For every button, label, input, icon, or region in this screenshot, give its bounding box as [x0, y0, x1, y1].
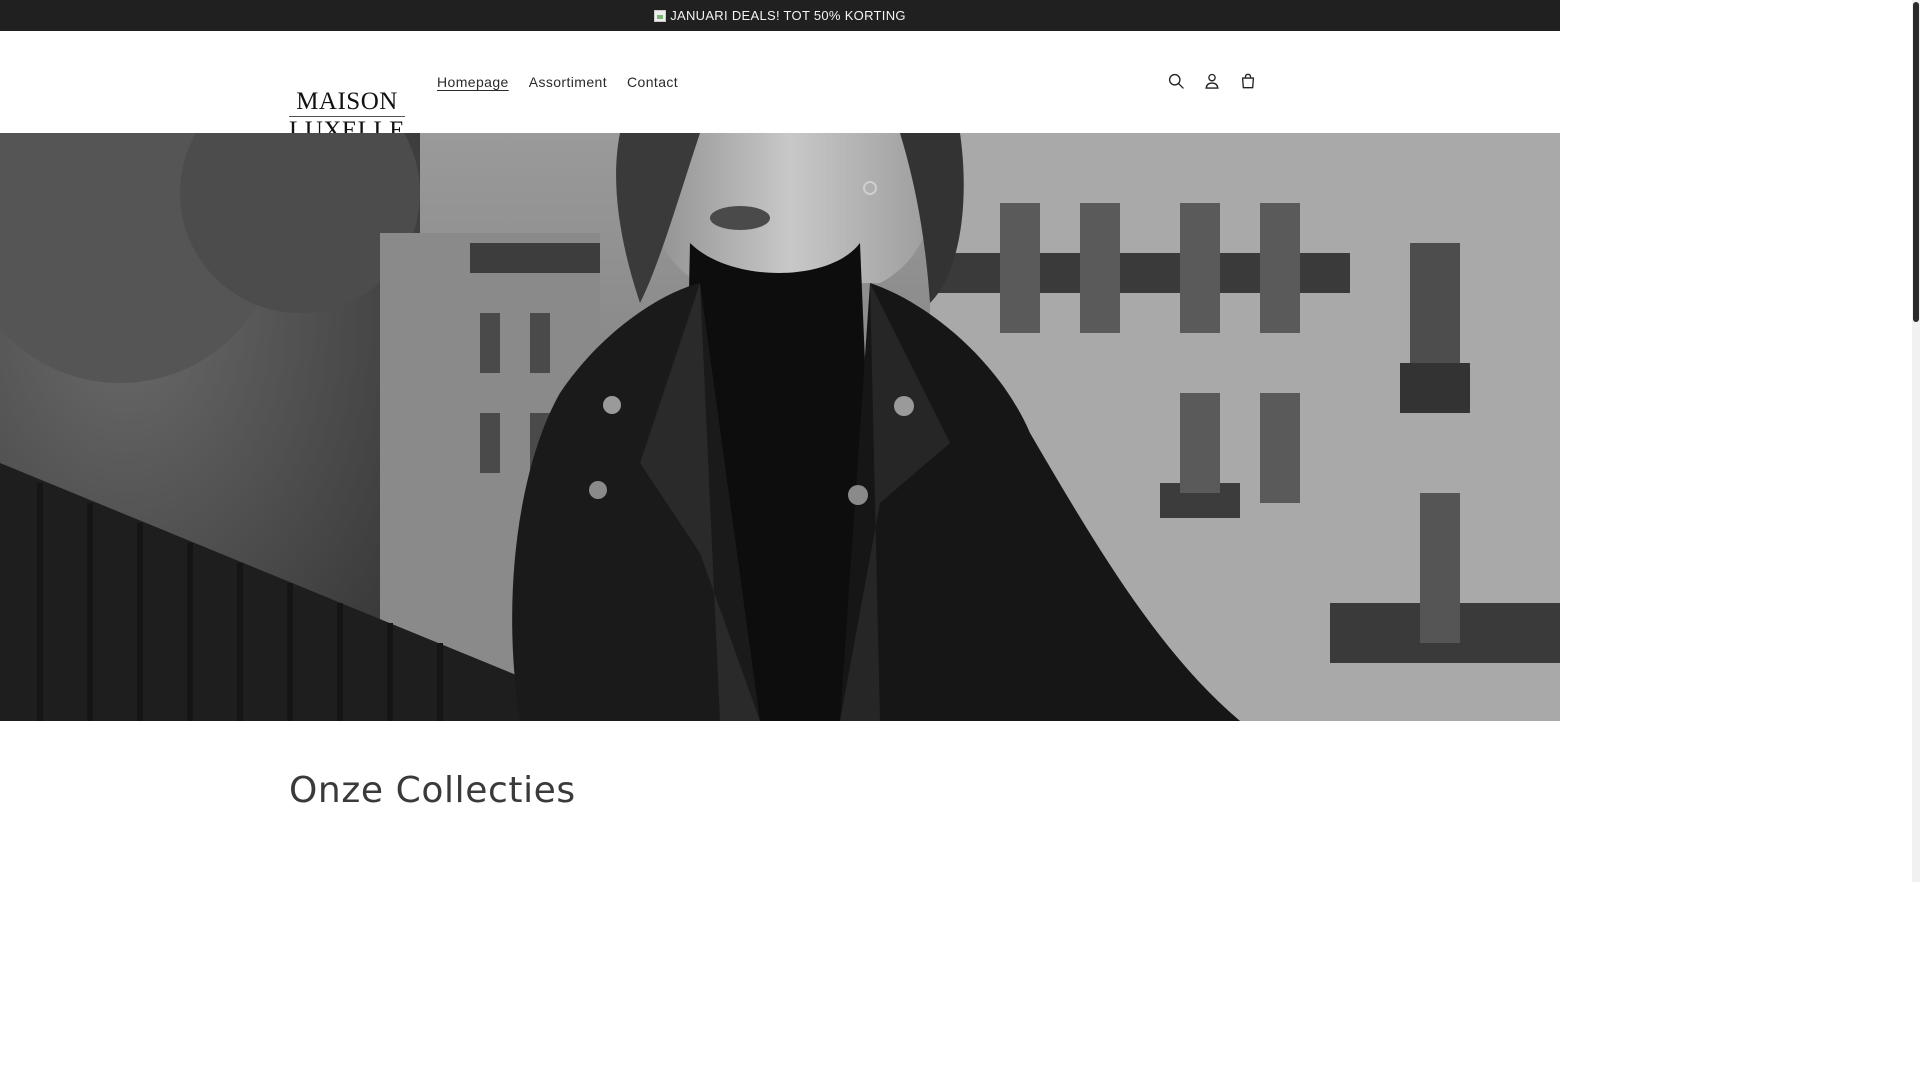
section-title-collections: Onze Collecties [289, 770, 576, 811]
hero-image [0, 133, 1560, 721]
cart-icon [1241, 73, 1255, 89]
nav-item-assortiment[interactable]: Assortiment [519, 74, 617, 90]
account-icon [1205, 73, 1219, 89]
header-icons [1165, 63, 1259, 99]
search-icon [1168, 73, 1184, 89]
hero-illustration [0, 133, 1560, 721]
nav-item-homepage[interactable]: Homepage [427, 74, 519, 90]
site-header: MAISON LUXELLE [0, 31, 1560, 144]
page: JANUARI DEALS! TOT 50% KORTING MAISON LU… [0, 0, 1560, 882]
cart-button[interactable] [1237, 63, 1259, 99]
announcement-bar: JANUARI DEALS! TOT 50% KORTING [0, 0, 1560, 31]
page-scrollbar[interactable] [1912, 0, 1920, 882]
broken-image-icon [654, 9, 667, 22]
nav-item-contact[interactable]: Contact [617, 74, 688, 90]
announcement-text: JANUARI DEALS! TOT 50% KORTING [670, 8, 906, 23]
logo-line-1: MAISON [296, 88, 398, 115]
main-nav: Homepage Assortiment Contact [427, 31, 688, 133]
search-button[interactable] [1165, 63, 1187, 99]
scrollbar-thumb[interactable] [1913, 2, 1919, 322]
account-button[interactable] [1201, 63, 1223, 99]
